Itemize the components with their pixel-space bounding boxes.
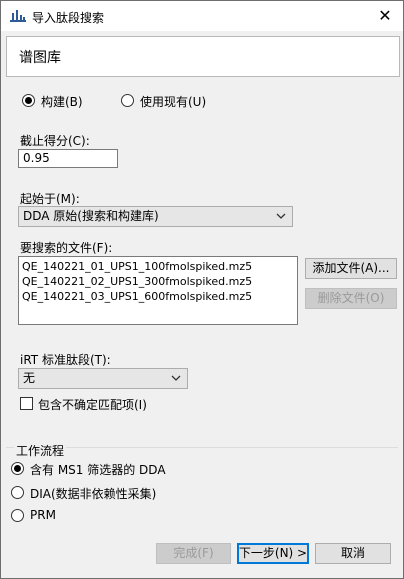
start-from-value: DDA 原始(搜索和构建库) [23, 209, 159, 223]
add-files-button[interactable]: 添加文件(A)... [305, 258, 397, 279]
workflow-dda-label[interactable]: 含有 MS1 筛选器的 DDA [30, 461, 166, 478]
remove-file-button[interactable]: 删除文件(O) [305, 288, 397, 309]
chevron-down-icon [276, 213, 286, 219]
irt-value: 无 [23, 371, 36, 385]
cancel-button[interactable]: 取消 [315, 543, 391, 564]
files-listbox[interactable]: QE_140221_01_UPS1_100fmolspiked.mz5 QE_1… [18, 256, 298, 325]
workflow-section: 工作流程 含有 MS1 筛选器的 DDA DIA(数据非依赖性采集) PRM [2, 442, 402, 532]
page-title: 谱图库 [19, 50, 61, 66]
app-icon [10, 10, 26, 22]
list-item[interactable]: QE_140221_02_UPS1_300fmolspiked.mz5 [22, 274, 294, 289]
close-icon[interactable]: ✕ [375, 6, 395, 26]
finish-button[interactable]: 完成(F) [156, 543, 231, 564]
workflow-dia-label[interactable]: DIA(数据非依赖性采集) [30, 485, 156, 502]
include-ambiguous-label[interactable]: 包含不确定匹配项(I) [38, 396, 147, 413]
title-bar: 导入肽段搜索 ✕ [1, 1, 403, 31]
start-from-label: 起始于(M): [20, 192, 80, 206]
workflow-dda-radio[interactable] [11, 462, 24, 475]
workflow-prm-label[interactable]: PRM [30, 508, 56, 522]
irt-label: iRT 标准肽段(T): [20, 353, 111, 367]
next-button[interactable]: 下一步(N) > [237, 543, 309, 564]
page-header-panel: 谱图库 [6, 36, 400, 77]
files-label: 要搜索的文件(F): [20, 241, 113, 255]
workflow-title: 工作流程 [14, 442, 67, 459]
list-item[interactable]: QE_140221_03_UPS1_600fmolspiked.mz5 [22, 289, 294, 304]
workflow-prm-radio[interactable] [11, 509, 24, 522]
include-ambiguous-checkbox[interactable] [20, 397, 33, 410]
start-from-select[interactable]: DDA 原始(搜索和构建库) [18, 206, 293, 227]
chevron-down-icon [171, 375, 181, 381]
use-existing-radio-label[interactable]: 使用现有(U) [140, 93, 206, 110]
use-existing-radio[interactable] [121, 94, 134, 107]
cutoff-score-label: 截止得分(C): [20, 134, 90, 148]
cutoff-score-input[interactable]: 0.95 [18, 149, 118, 168]
import-peptide-search-dialog: 导入肽段搜索 ✕ 谱图库 构建(B) 使用现有(U) 截止得分(C): 0.95… [0, 0, 404, 579]
list-item[interactable]: QE_140221_01_UPS1_100fmolspiked.mz5 [22, 259, 294, 274]
build-radio-label[interactable]: 构建(B) [41, 93, 83, 110]
workflow-dia-radio[interactable] [11, 486, 24, 499]
irt-select[interactable]: 无 [18, 368, 188, 389]
build-radio[interactable] [22, 94, 35, 107]
window-title: 导入肽段搜索 [32, 11, 105, 25]
